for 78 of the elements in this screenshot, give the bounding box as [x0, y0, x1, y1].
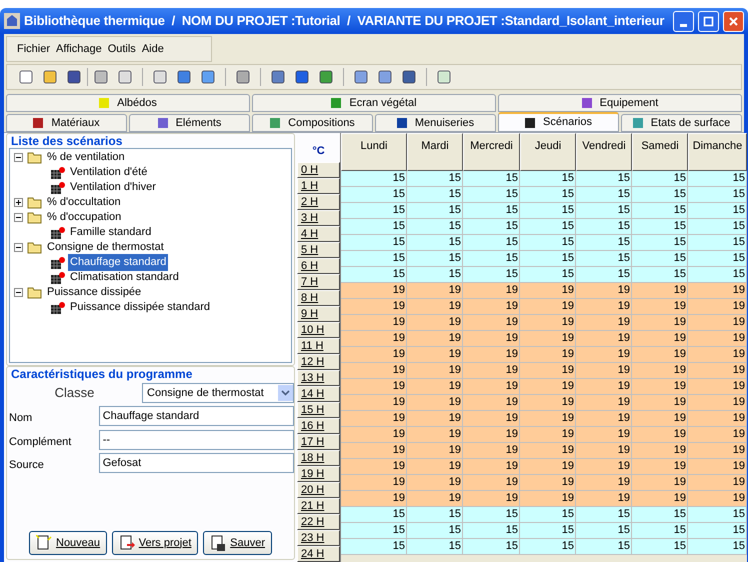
tree-item[interactable]: Puissance dissipée standard — [68, 299, 212, 316]
window-title: Bibliothèque thermique / NOM DU PROJET :Tutorial / VARIANTE DU PROJET :Standard_Isolant_interieur — [24, 12, 666, 30]
hour-label: 20 H — [297, 482, 340, 498]
hour-label: 11 H — [297, 338, 340, 354]
tree-item[interactable]: Chauffage standard — [68, 254, 168, 271]
column-header: Jeudi — [520, 133, 576, 171]
tree-item[interactable]: Famille standard — [68, 224, 154, 241]
hour-label: 14 H — [297, 386, 340, 402]
hour-label: 6 H — [297, 258, 340, 274]
table-cell[interactable]: 15 — [520, 539, 576, 555]
hour-label: 13 H — [297, 370, 340, 386]
hour-label: 1 H — [297, 178, 340, 194]
hour-label: 0 H — [297, 162, 340, 178]
hour-label: 16 H — [297, 418, 340, 434]
tree-folder[interactable]: % d'occupation — [47, 209, 122, 226]
table-cell[interactable]: 15 — [576, 539, 632, 555]
action-button[interactable]: Vers projet — [112, 531, 198, 555]
hour-label: 9 H — [297, 306, 340, 322]
hour-label: 10 H — [297, 322, 340, 338]
hour-label: 8 H — [297, 290, 340, 306]
tab[interactable]: Etats de surface — [621, 114, 742, 132]
tab[interactable]: Scénarios — [498, 112, 619, 132]
tab[interactable]: Matériaux — [6, 114, 127, 132]
table-cell[interactable]: 15 — [407, 539, 463, 555]
column-header: Mercredi — [463, 133, 520, 171]
tree-folder[interactable]: % d'occultation — [47, 194, 121, 211]
menu-item[interactable]: Fichier — [17, 40, 50, 58]
table-cell[interactable]: 15 — [341, 539, 407, 555]
tab[interactable]: Eléments — [129, 114, 250, 132]
tree-item[interactable]: Climatisation standard — [68, 269, 181, 286]
table-cell[interactable]: 15 — [463, 539, 520, 555]
hour-label: 21 H — [297, 498, 340, 514]
hour-label: 19 H — [297, 466, 340, 482]
tab[interactable]: Equipement — [498, 94, 742, 112]
text-field[interactable]: -- — [98, 430, 294, 450]
hour-label: 17 H — [297, 434, 340, 450]
menu-item[interactable]: Outils — [108, 40, 136, 58]
column-header: Dimanche — [688, 133, 747, 171]
unit-label: °C — [311, 144, 326, 160]
tree-item[interactable]: Ventilation d'hiver — [68, 179, 158, 196]
field-label: Nom — [8, 411, 34, 426]
field-label: Classe — [54, 384, 96, 402]
action-button[interactable]: Nouveau — [29, 531, 108, 555]
hour-label: 12 H — [297, 354, 340, 370]
hour-label: 2 H — [297, 194, 340, 210]
field-label: Complément — [8, 434, 72, 450]
column-header: Lundi — [341, 133, 407, 171]
class-dropdown[interactable]: Consigne de thermostat — [142, 383, 294, 403]
hour-label: 3 H — [297, 210, 340, 226]
hour-label: 24 H — [297, 546, 340, 562]
tree-folder[interactable]: Puissance dissipée — [47, 284, 142, 301]
group-title: Caractéristiques du programme — [10, 367, 194, 381]
table-cell[interactable]: 15 — [688, 539, 747, 555]
hour-label: 22 H — [297, 514, 340, 530]
menu-item[interactable]: Aide — [142, 40, 164, 58]
hour-label: 5 H — [297, 242, 340, 258]
column-header: Vendredi — [576, 133, 632, 171]
table-cell[interactable]: 15 — [632, 539, 688, 555]
column-header: Samedi — [632, 133, 688, 171]
hour-label: 15 H — [297, 402, 340, 418]
text-field[interactable]: Chauffage standard — [98, 406, 294, 426]
field-label: Source — [8, 458, 45, 473]
hour-label: 18 H — [297, 450, 340, 466]
group-title: Liste des scénarios — [10, 134, 124, 148]
tree-item[interactable]: Ventilation d'été — [68, 164, 150, 181]
text-field[interactable]: Gefosat — [98, 453, 294, 474]
action-button[interactable]: Sauver — [203, 531, 272, 555]
menu-item[interactable]: Affichage — [56, 40, 102, 58]
hour-label: 7 H — [297, 274, 340, 290]
tab[interactable]: Albédos — [6, 94, 250, 112]
hour-label: 23 H — [297, 530, 340, 546]
tab[interactable]: Ecran végétal — [252, 94, 496, 112]
tree-folder[interactable]: Consigne de thermostat — [47, 239, 164, 256]
tab[interactable]: Compositions — [252, 114, 373, 132]
tab[interactable]: Menuiseries — [375, 114, 496, 132]
tree-folder[interactable]: % de ventilation — [47, 149, 125, 166]
hour-label: 4 H — [297, 226, 340, 242]
column-header: Mardi — [407, 133, 463, 171]
